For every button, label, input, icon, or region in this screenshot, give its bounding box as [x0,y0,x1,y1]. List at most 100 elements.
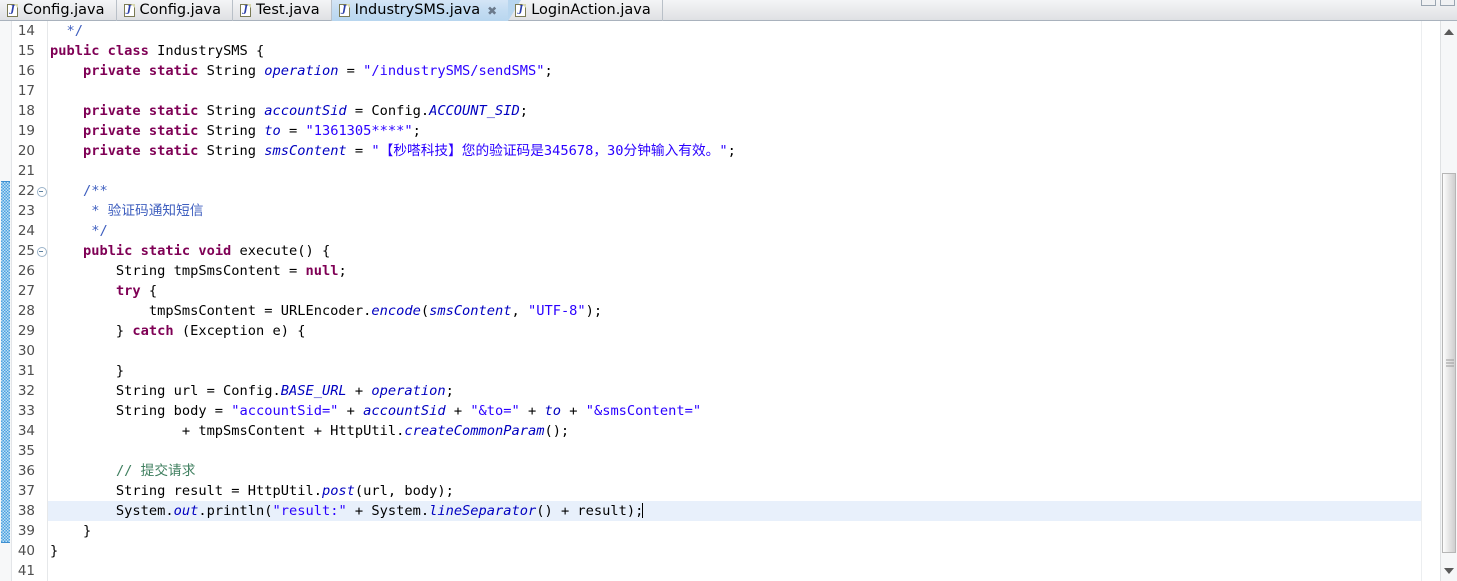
java-file-icon [240,4,252,17]
code-line[interactable]: tmpSmsContent = URLEncoder.encode(smsCon… [48,301,1421,321]
code-token-fld: to [544,403,561,419]
vertical-scrollbar[interactable] [1440,21,1457,581]
editor-tab-loginaction-java[interactable]: LoginAction.java [508,0,663,21]
line-number: 23 [17,203,35,219]
code-line[interactable]: */ [48,21,1421,41]
line-number: 37 [17,483,35,499]
code-token-str: "UTF-8" [527,303,586,319]
code-line[interactable]: } [48,361,1421,381]
code-line[interactable]: private static String smsContent = "【秒嗒科… [48,141,1421,161]
code-token-plain: = [280,123,306,139]
code-line[interactable]: public static void execute() { [48,241,1421,261]
code-token-plain: + [338,403,364,419]
code-line[interactable]: private static String operation = "/indu… [48,61,1421,81]
code-token-str: "&smsContent=" [585,403,702,419]
line-number: 28 [17,303,35,319]
maximize-button[interactable] [1440,0,1455,6]
code-token-str: "&to=" [470,403,520,419]
line-number: 39 [17,523,35,539]
code-token-plain: + [519,403,545,419]
line-number: 18 [17,103,35,119]
code-line[interactable]: /** [48,181,1421,201]
scroll-up-arrow-icon[interactable] [1441,23,1457,40]
code-token-plain: String result = HttpUtil. [50,483,322,499]
code-line[interactable]: + tmpSmsContent + HttpUtil.createCommonP… [48,421,1421,441]
close-icon[interactable]: ✖ [487,5,497,17]
code-line[interactable]: } [48,521,1421,541]
code-line[interactable] [48,81,1421,101]
line-number: 16 [17,63,35,79]
fold-slot [36,261,47,281]
code-line[interactable]: private static String accountSid = Confi… [48,101,1421,121]
code-token-plain: ; [445,383,454,399]
line-number: 20 [17,143,35,159]
fold-slot [36,221,47,241]
code-line[interactable] [48,441,1421,461]
fold-slot [36,501,47,521]
code-token-kw: catch [132,323,174,339]
editor-tab-config-java[interactable]: Config.java [117,0,234,21]
fold-slot [36,361,47,381]
code-folding-column[interactable] [36,21,47,581]
collapse-fold-icon[interactable] [36,246,47,257]
minimize-button[interactable] [1421,0,1436,6]
code-token-fld: to [264,123,281,139]
fold-slot[interactable] [36,181,47,201]
code-token-kw: private static [82,143,207,159]
code-line[interactable]: String result = HttpUtil.post(url, body)… [48,481,1421,501]
code-token-fld: accountSid [264,103,347,119]
editor-tab-label: Config.java [23,2,105,18]
code-token-fld: encode [371,303,421,319]
editor-tab-config-java[interactable]: Config.java [0,0,117,21]
code-line[interactable]: * 验证码通知短信 [48,201,1421,221]
code-token-fld: createCommonParam [404,423,545,439]
code-line[interactable] [48,341,1421,361]
code-editor[interactable]: 14 15 16 17 18 19 20 21 22 23 24 25 26 27 28 29 30 31 32 33… [0,21,1457,581]
code-token-plain: + [445,403,471,419]
overview-ruler[interactable] [1421,21,1440,581]
code-line[interactable] [48,161,1421,181]
fold-slot [36,521,47,541]
editor-tab-label: Config.java [139,2,222,18]
code-line[interactable]: try { [48,281,1421,301]
collapse-fold-icon[interactable] [36,186,47,197]
java-file-icon [123,4,135,17]
code-line[interactable]: private static String to = "1361305****"… [48,121,1421,141]
scroll-thumb[interactable] [1442,173,1456,553]
scroll-thumb-grip-icon [1446,358,1454,369]
code-token-fld: smsContent [429,303,512,319]
code-line[interactable]: } [48,541,1421,561]
fold-slot[interactable] [36,241,47,261]
code-line[interactable]: String body = "accountSid=" + accountSid… [48,401,1421,421]
fold-slot [36,441,47,461]
code-token-plain: + System. [346,503,430,519]
code-line[interactable]: System.out.println("result:" + System.li… [48,501,1421,521]
code-text-area[interactable]: */ public class IndustrySMS { private sta… [48,21,1421,581]
code-line[interactable]: } catch (Exception e) { [48,321,1421,341]
annotation-ruler[interactable] [0,21,12,581]
code-token-plain: .println( [198,503,273,519]
code-token-kw: private static [82,63,207,79]
code-token-plain: String [206,103,265,119]
code-line[interactable]: public class IndustrySMS { [48,41,1421,61]
code-line[interactable]: */ [48,221,1421,241]
scroll-down-arrow-icon[interactable] [1441,562,1457,579]
code-line[interactable] [48,561,1421,581]
code-token-cmt: // 提交请求 [115,463,196,479]
fold-slot [36,321,47,341]
code-token-plain: = [346,143,372,159]
code-token-plain: (Exception e) { [173,323,306,339]
code-line[interactable]: String url = Config.BASE_URL + operation… [48,381,1421,401]
code-line[interactable]: String tmpSmsContent = null; [48,261,1421,281]
line-number: 25 [17,243,35,259]
editor-tab-label: LoginAction.java [531,2,651,18]
method-range-indicator [1,181,10,543]
code-line[interactable]: // 提交请求 [48,461,1421,481]
editor-tab-test-java[interactable]: Test.java [233,0,332,21]
code-token-plain: String body = [50,403,232,419]
editor-tab-industrysms-java[interactable]: IndustrySMS.java ✖ [331,0,521,21]
